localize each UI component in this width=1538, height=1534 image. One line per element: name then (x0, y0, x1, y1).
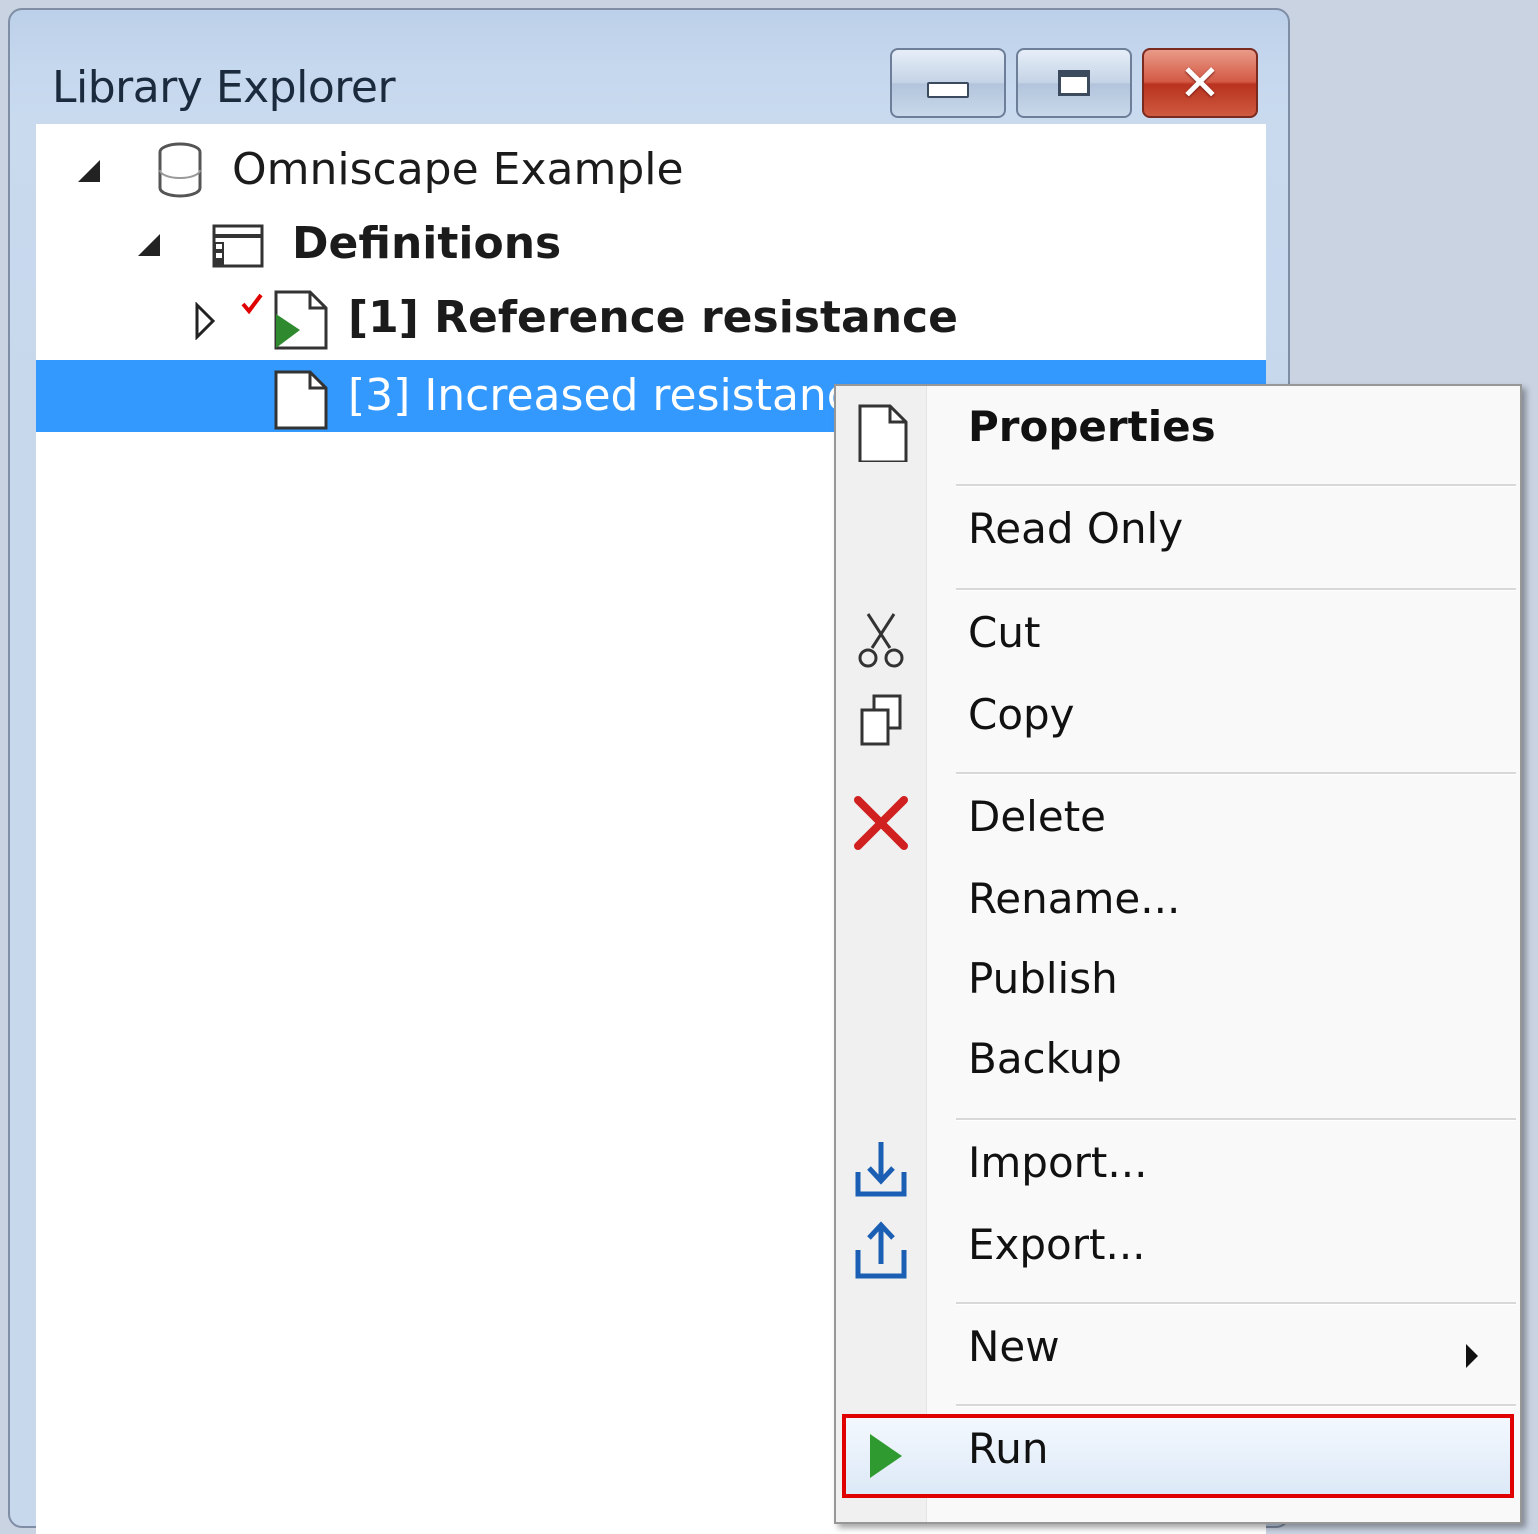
scenario-results-icon (274, 290, 328, 350)
menu-item-delete[interactable]: Delete (836, 784, 1520, 864)
menu-item-label: Import... (968, 1138, 1148, 1187)
menu-item-label: Delete (968, 792, 1106, 841)
document-icon (858, 404, 908, 462)
collapsed-triangle-icon[interactable] (194, 302, 216, 340)
tree-item-omniscape-example[interactable]: Omniscape Example (36, 134, 1266, 206)
import-icon (855, 1142, 907, 1197)
menu-item-label: Export... (968, 1220, 1146, 1269)
menu-item-label: Run (968, 1424, 1049, 1473)
minimize-button[interactable] (890, 48, 1006, 118)
expanded-triangle-icon[interactable] (136, 232, 162, 258)
tree-item-label: [1] Reference resistance (348, 292, 958, 343)
menu-item-label: New (968, 1322, 1060, 1371)
menu-item-rename[interactable]: Rename... (836, 866, 1520, 946)
menu-item-label: Publish (968, 954, 1118, 1003)
menu-item-properties[interactable]: Properties (836, 394, 1520, 474)
window-title: Library Explorer (52, 62, 396, 113)
tree-item-label: [3] Increased resistance (348, 370, 879, 421)
menu-item-label: Backup (968, 1034, 1122, 1083)
menu-separator (956, 484, 1516, 487)
menu-separator (956, 772, 1516, 775)
menu-item-read-only[interactable]: Read Only (836, 496, 1520, 576)
checkmark-icon (241, 293, 263, 315)
expanded-triangle-icon[interactable] (76, 158, 102, 184)
close-button[interactable]: ✕ (1142, 48, 1258, 118)
context-menu: Properties Read Only Cut Copy Delete Ren… (834, 384, 1522, 1524)
submenu-arrow-icon (1466, 1344, 1478, 1368)
menu-item-publish[interactable]: Publish (836, 946, 1520, 1026)
export-icon (855, 1221, 907, 1279)
minimize-icon (927, 82, 969, 98)
tree-item-label: Definitions (292, 218, 562, 269)
tree-item-label: Omniscape Example (232, 144, 684, 195)
menu-item-import[interactable]: Import... (836, 1130, 1520, 1210)
definitions-icon (212, 224, 264, 268)
tree-item-definitions[interactable]: Definitions (36, 208, 1266, 280)
maximize-button[interactable] (1016, 48, 1132, 118)
menu-separator (956, 588, 1516, 591)
menu-item-label: Rename... (968, 874, 1181, 923)
menu-item-backup[interactable]: Backup (836, 1026, 1520, 1106)
tree-item-reference-resistance[interactable]: [1] Reference resistance (36, 282, 1266, 354)
delete-x-icon (854, 796, 908, 850)
menu-separator (956, 1118, 1516, 1121)
document-icon (274, 370, 328, 430)
close-icon: ✕ (1179, 54, 1221, 112)
menu-item-run[interactable]: Run (842, 1414, 1514, 1498)
menu-item-new[interactable]: New (836, 1314, 1520, 1394)
menu-item-label: Copy (968, 690, 1075, 739)
maximize-icon (1058, 70, 1090, 96)
scissors-icon (858, 613, 904, 668)
database-icon (158, 142, 202, 198)
run-play-icon (870, 1434, 902, 1478)
menu-separator (956, 1404, 1516, 1407)
menu-separator (956, 1302, 1516, 1305)
menu-item-label: Cut (968, 608, 1041, 657)
menu-item-export[interactable]: Export... (836, 1212, 1520, 1292)
menu-item-label: Properties (968, 402, 1216, 451)
menu-item-cut[interactable]: Cut (836, 600, 1520, 680)
menu-item-copy[interactable]: Copy (836, 682, 1520, 762)
menu-item-label: Read Only (968, 504, 1184, 553)
copy-icon (860, 694, 902, 746)
